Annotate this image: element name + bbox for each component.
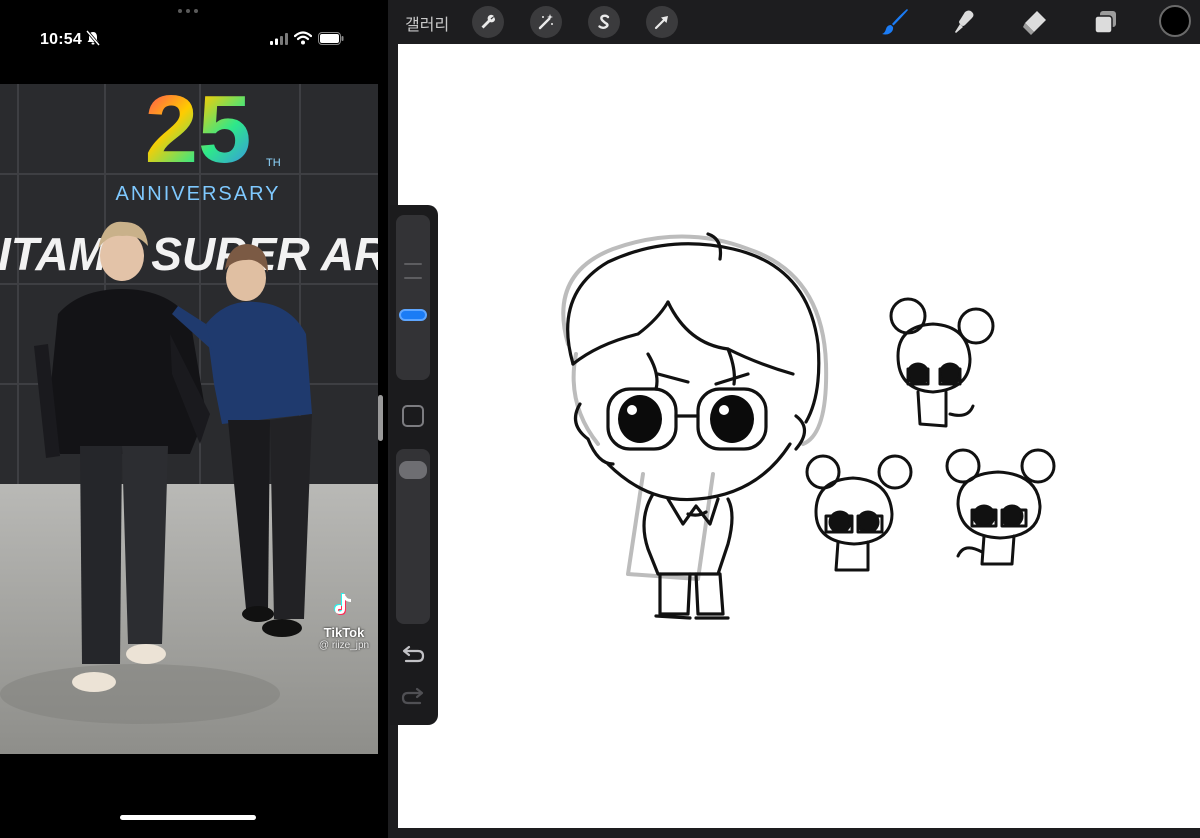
eraser-icon	[1023, 11, 1046, 35]
layers-icon	[1094, 11, 1116, 34]
home-indicator[interactable]	[120, 815, 256, 820]
drawing-canvas[interactable]	[398, 44, 1200, 828]
wall-text: ITAMA SUPER AR	[0, 228, 378, 280]
top-toolbar: 갤러리	[388, 0, 1200, 44]
brush-tool[interactable]	[878, 6, 912, 38]
gallery-button[interactable]: 갤러리	[405, 11, 449, 35]
eraser-tool[interactable]	[1018, 6, 1052, 38]
brush-size-thumb[interactable]	[399, 309, 427, 321]
mouse-sketch-3	[945, 448, 1056, 566]
actions-button[interactable]	[472, 6, 504, 38]
multitasking-grabber[interactable]	[178, 9, 198, 13]
magic-wand-icon	[538, 14, 553, 30]
color-swatch[interactable]	[1159, 5, 1191, 37]
sign-suffix: TH	[266, 157, 281, 169]
opacity-slider[interactable]	[396, 449, 430, 624]
tiktok-logo-icon	[334, 593, 351, 615]
procreate-app: 갤러리	[388, 0, 1200, 838]
wrench-icon	[481, 14, 495, 29]
status-time: 10:54	[40, 31, 82, 48]
smudge-tool[interactable]	[948, 6, 982, 38]
modify-button[interactable]	[402, 405, 424, 427]
tiktok-handle: @ riize_jpn	[318, 640, 370, 651]
undo-icon[interactable]	[400, 645, 426, 667]
battery-icon	[318, 32, 344, 45]
tiktok-label: TikTok	[323, 625, 365, 640]
opacity-thumb[interactable]	[399, 461, 427, 479]
chibi-figure	[566, 232, 821, 620]
adjustments-button[interactable]	[530, 6, 562, 38]
brush-size-slider[interactable]	[396, 215, 430, 380]
bell-slash-icon	[86, 30, 100, 46]
redo-icon[interactable]	[400, 687, 426, 709]
transform-button[interactable]	[646, 6, 678, 38]
tiktok-video[interactable]: 25 TH ANNIVERSARY ITAMA SUPER AR TikTok …	[0, 84, 378, 754]
selection-button[interactable]	[588, 6, 620, 38]
video-frame: 25 TH ANNIVERSARY ITAMA SUPER AR	[0, 84, 378, 754]
cellular-signal-icon	[270, 33, 288, 45]
split-view-divider[interactable]	[378, 395, 383, 441]
mouse-sketch-1	[889, 297, 995, 428]
sign-number: 25	[145, 84, 252, 183]
sketch-artwork	[561, 232, 1056, 620]
smudge-icon	[955, 10, 974, 33]
brush-icon	[882, 9, 908, 35]
sign-banner: ANNIVERSARY	[115, 183, 280, 205]
screen: { "status_bar": { "time": "10:54", "icon…	[0, 0, 1200, 838]
mouse-sketch-2	[805, 454, 913, 572]
phone-panel: 10:54 25 TH ANNIVERSARY ITAMA SUPER AR T…	[0, 0, 380, 838]
procreate-sidebar	[390, 205, 438, 725]
tiktok-watermark: TikTok @ riize_jpn	[316, 592, 372, 651]
layers-tool[interactable]	[1088, 6, 1122, 38]
wifi-icon	[294, 31, 312, 45]
transform-arrow-icon	[654, 16, 668, 30]
selection-icon	[598, 14, 610, 30]
